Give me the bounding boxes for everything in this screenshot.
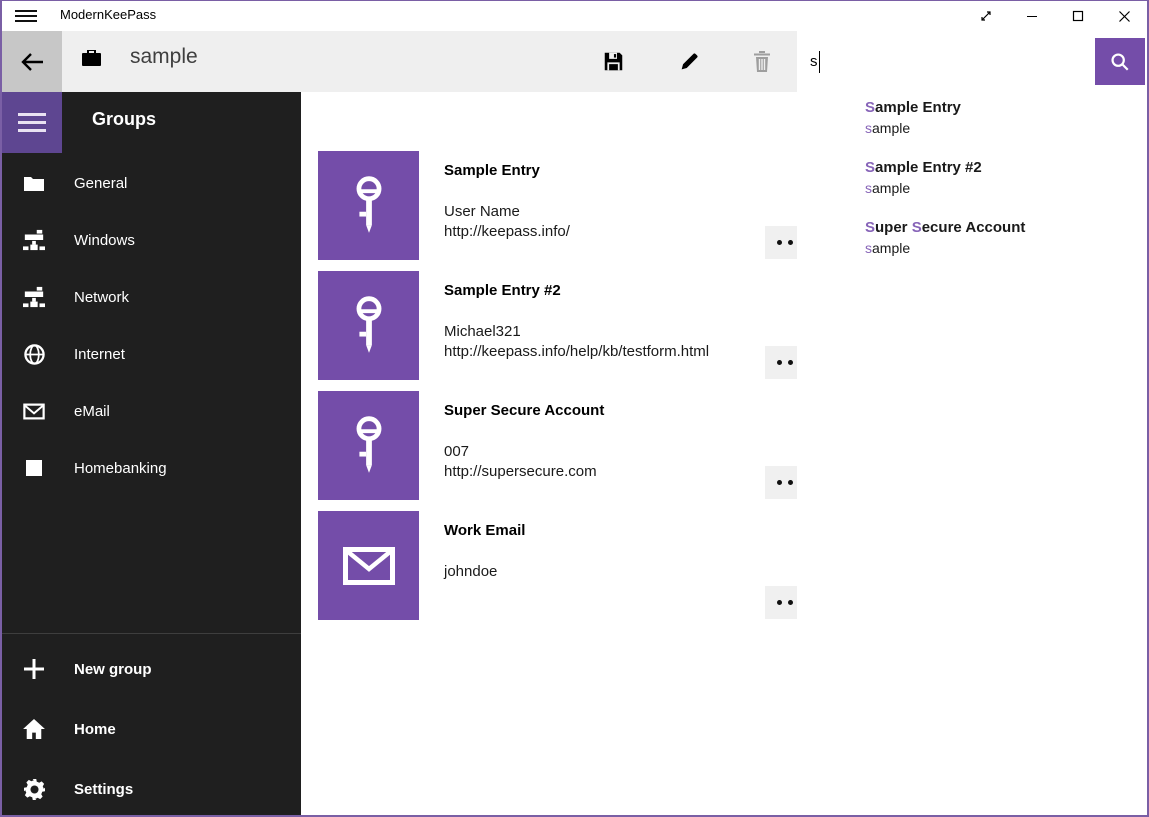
edit-button[interactable]	[664, 31, 714, 92]
sidebar-item-settings[interactable]: Settings	[2, 765, 301, 813]
entry-username: User Name	[444, 202, 570, 222]
pencil-icon	[678, 51, 700, 73]
folder-icon	[22, 175, 46, 191]
key-icon	[346, 175, 392, 237]
entry-icon-tile	[318, 391, 419, 500]
entry-username: 007	[444, 442, 597, 462]
database-briefcase-icon	[82, 50, 101, 71]
minimize-icon	[1026, 10, 1038, 22]
search-button[interactable]	[1095, 38, 1145, 85]
entry-icon-tile	[318, 271, 419, 380]
search-query-text: s	[810, 53, 818, 70]
sidebar-item-label: Home	[74, 721, 116, 738]
search-input[interactable]: s	[810, 38, 820, 85]
navigation-sidebar: Groups General Windows	[2, 92, 301, 815]
network-icon	[22, 229, 46, 251]
suggestion-title: Sample Entry #2	[865, 158, 1137, 178]
sidebar-item-general[interactable]: General	[2, 159, 301, 207]
fullscreen-icon	[979, 9, 993, 23]
sidebar-item-internet[interactable]: Internet	[2, 330, 301, 378]
sidebar-hamburger-button[interactable]	[2, 92, 62, 153]
entry-details: johndoe	[444, 562, 497, 582]
close-icon	[1118, 10, 1131, 23]
entry-url: http://keepass.info/help/kb/testform.htm…	[444, 342, 709, 362]
suggestion-subtitle: sample	[865, 238, 1137, 258]
close-button[interactable]	[1101, 1, 1147, 31]
fullscreen-button[interactable]	[963, 1, 1009, 31]
home-icon	[22, 719, 46, 739]
entry-row-super-secure-account[interactable]: Super Secure Account 007 http://supersec…	[318, 391, 801, 500]
sidebar-item-label: Internet	[74, 346, 125, 363]
search-suggestion-item[interactable]: Super Secure Accountsample	[797, 215, 1147, 275]
sidebar-item-home[interactable]: Home	[2, 705, 301, 753]
entry-icon-tile	[318, 511, 419, 620]
mail-icon	[343, 547, 395, 585]
entry-details: User Name http://keepass.info/	[444, 202, 570, 242]
key-icon	[346, 295, 392, 357]
sidebar-item-label: Homebanking	[74, 460, 167, 477]
sidebar-separator	[2, 633, 301, 634]
window-controls	[963, 1, 1147, 31]
sidebar-item-label: General	[74, 175, 127, 192]
sidebar-item-network[interactable]: Network	[2, 273, 301, 321]
entry-icon-tile	[318, 151, 419, 260]
maximize-icon	[1072, 10, 1084, 22]
mail-icon	[22, 403, 46, 420]
search-box: s	[797, 38, 1147, 85]
save-icon	[603, 51, 624, 72]
gear-icon	[22, 779, 46, 800]
groups-heading: Groups	[92, 109, 156, 130]
search-suggestion-item[interactable]: Sample Entrysample	[797, 95, 1147, 155]
sidebar-item-label: Settings	[74, 781, 133, 798]
search-suggestion-list: Sample EntrysampleSample Entry #2sampleS…	[797, 95, 1147, 275]
entry-title: Work Email	[444, 522, 525, 539]
entry-row-work-email[interactable]: Work Email johndoe	[318, 511, 801, 620]
sidebar-item-new-group[interactable]: New group	[2, 645, 301, 693]
maximize-button[interactable]	[1055, 1, 1101, 31]
sidebar-item-homebanking[interactable]: Homebanking	[2, 444, 301, 492]
suggestion-subtitle: sample	[865, 118, 1137, 138]
sidebar-item-email[interactable]: eMail	[2, 387, 301, 435]
suggestion-title: Sample Entry	[865, 98, 1137, 118]
minimize-button[interactable]	[1009, 1, 1055, 31]
network-icon	[22, 286, 46, 308]
suggestion-title: Super Secure Account	[865, 218, 1137, 238]
entry-url: http://keepass.info/	[444, 222, 570, 242]
entry-url: http://supersecure.com	[444, 462, 597, 482]
titlebar-hamburger-icon[interactable]	[15, 7, 37, 25]
title-bar: ModernKeePass	[2, 1, 1147, 31]
sidebar-item-label: New group	[74, 661, 152, 678]
entry-row-sample-entry-2[interactable]: Sample Entry #2 Michael321 http://keepas…	[318, 271, 801, 380]
entry-title: Super Secure Account	[444, 402, 604, 419]
key-icon	[346, 415, 392, 477]
entry-username: Michael321	[444, 322, 709, 342]
entry-title: Sample Entry	[444, 162, 540, 179]
plus-icon	[22, 658, 46, 680]
entry-username: johndoe	[444, 562, 497, 582]
entry-row-sample-entry[interactable]: Sample Entry User Name http://keepass.in…	[318, 151, 801, 260]
save-button[interactable]	[588, 31, 638, 92]
sidebar-item-label: Windows	[74, 232, 135, 249]
app-title: ModernKeePass	[60, 7, 156, 22]
back-button[interactable]	[2, 31, 62, 92]
back-arrow-icon	[19, 51, 45, 73]
trash-icon	[752, 51, 772, 73]
app-window: ModernKeePass	[0, 0, 1149, 817]
globe-icon	[22, 344, 46, 365]
delete-button[interactable]	[737, 31, 787, 92]
sidebar-item-windows[interactable]: Windows	[2, 216, 301, 264]
search-panel: s Sample EntrysampleSample Entry #2sampl…	[797, 31, 1147, 815]
sidebar-item-label: eMail	[74, 403, 110, 420]
database-title: sample	[130, 45, 198, 69]
entry-details: 007 http://supersecure.com	[444, 442, 597, 482]
entry-title: Sample Entry #2	[444, 282, 561, 299]
text-caret	[819, 51, 820, 73]
search-icon	[1110, 52, 1130, 72]
entry-details: Michael321 http://keepass.info/help/kb/t…	[444, 322, 709, 362]
search-suggestion-item[interactable]: Sample Entry #2sample	[797, 155, 1147, 215]
suggestion-subtitle: sample	[865, 178, 1137, 198]
square-icon	[22, 460, 46, 476]
sidebar-item-label: Network	[74, 289, 129, 306]
